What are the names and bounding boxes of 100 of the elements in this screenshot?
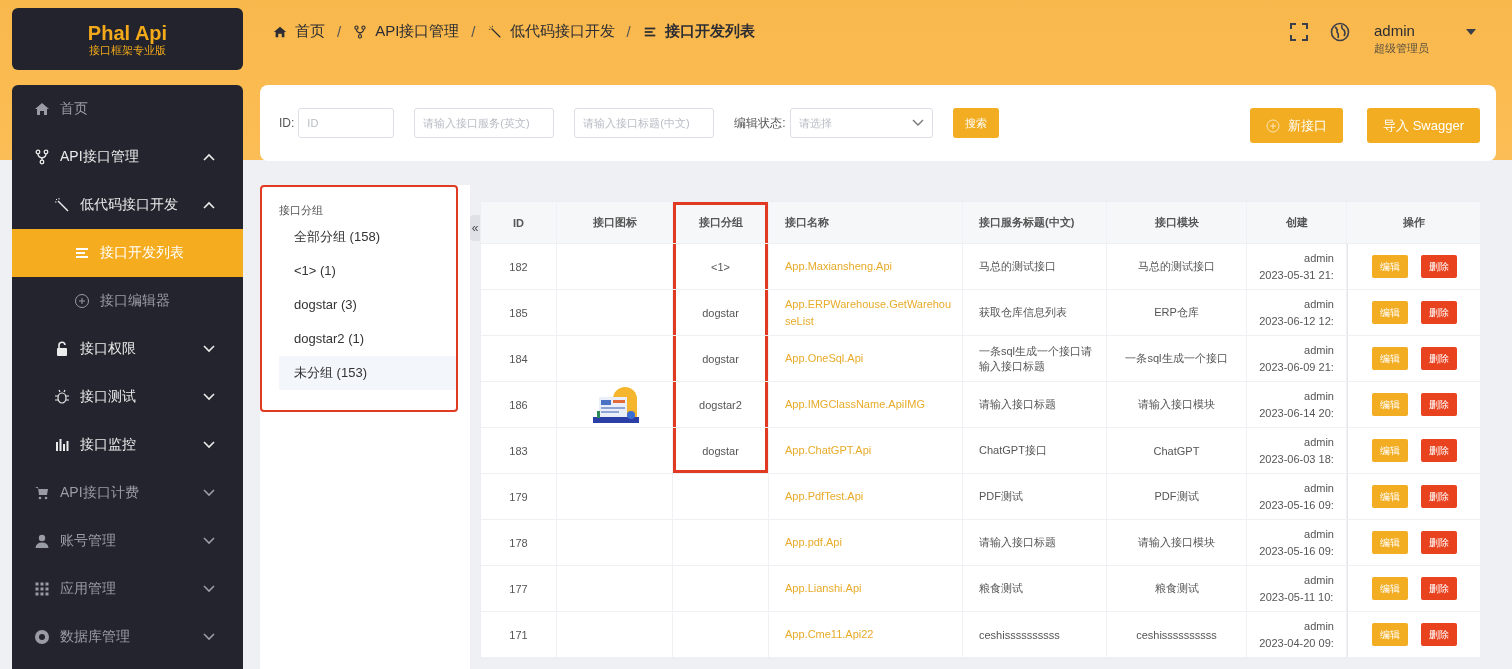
interface-name-link[interactable]: App.IMGClassName.ApiIMG [785, 396, 925, 413]
logo-text: Phal Api [87, 21, 168, 44]
sidebar-item[interactable]: 数据库管理 [12, 613, 243, 661]
group-item[interactable]: 未分组 (153) [279, 356, 456, 390]
breadcrumb-separator: / [337, 23, 342, 40]
wand-icon [487, 24, 502, 39]
table-cell: 请输入接口标题 [979, 535, 1056, 550]
chevron-down-icon [203, 537, 215, 545]
table-cell: 171 [481, 612, 557, 657]
interface-name-link[interactable]: App.OneSql.Api [785, 350, 864, 367]
created-time: 2023-06-03 18: [1259, 451, 1334, 467]
table-cell: 183 [481, 428, 557, 473]
title-field[interactable]: 请输入接口标题(中文) [574, 108, 715, 138]
breadcrumb-link[interactable]: 低代码接口开发 [509, 22, 615, 41]
table-cell: 请输入接口标题 [979, 397, 1056, 412]
chevron-down-icon [203, 489, 215, 497]
table-cell: 185 [481, 290, 557, 335]
id-field[interactable]: ID [298, 108, 395, 138]
column-header: 创建 [1247, 202, 1347, 243]
created-time: 2023-05-16 09: [1259, 497, 1334, 513]
creator-text: admin [1304, 434, 1334, 450]
sidebar-item[interactable]: 应用管理 [12, 565, 243, 613]
sidebar-item[interactable]: 低代码接口开发 [12, 181, 243, 229]
globe-icon[interactable] [1330, 22, 1350, 42]
sidebar-item[interactable]: 接口测试 [12, 373, 243, 421]
breadcrumb-separator: / [471, 23, 476, 40]
creator-text: admin [1304, 572, 1334, 588]
user-icon [34, 533, 50, 549]
sidebar-item[interactable]: API接口管理 [12, 133, 243, 181]
creator-text: admin [1304, 388, 1334, 404]
delete-button[interactable]: 删除 [1420, 255, 1457, 278]
column-header: 接口模块 [1107, 202, 1247, 243]
fullscreen-icon[interactable] [1290, 23, 1308, 41]
group-item[interactable]: <1> (1) [279, 254, 456, 288]
table-cell: 184 [481, 336, 557, 381]
table-cell: <1> [711, 260, 730, 273]
group-item[interactable]: dogstar2 (1) [279, 322, 456, 356]
interface-name-link[interactable]: App.Cme11.Api22 [785, 626, 874, 643]
delete-button[interactable]: 删除 [1420, 347, 1457, 370]
column-header: 接口服务标题(中文) [963, 202, 1107, 243]
delete-button[interactable]: 删除 [1420, 301, 1457, 324]
delete-button[interactable]: 删除 [1420, 531, 1457, 554]
service-field[interactable]: 请输入接口服务(英文) [414, 108, 555, 138]
chevron-down-icon [911, 119, 924, 127]
interface-name-link[interactable]: App.PdfTest.Api [785, 488, 864, 505]
sidebar-item[interactable]: 账号管理 [12, 517, 243, 565]
sidebar-item[interactable]: 首页 [12, 85, 243, 133]
chart-icon [54, 437, 70, 453]
lock-icon [54, 341, 70, 357]
table-cell: 粮食测试 [979, 581, 1023, 596]
sidebar-item[interactable]: 接口权限 [12, 325, 243, 373]
user-role: 超级管理员 [1374, 41, 1430, 56]
chevron-up-icon [203, 153, 215, 161]
sidebar-item[interactable]: 接口编辑器 [12, 277, 243, 325]
group-item[interactable]: dogstar (3) [279, 288, 456, 322]
table-cell: 一条sql生成一个接口 [1125, 351, 1228, 366]
table-cell-text: 一条sql生成一个接口请输入接口标题 [979, 343, 1094, 374]
creator-text: admin [1304, 250, 1334, 266]
chevron-down-icon [203, 585, 215, 593]
fork-icon [353, 24, 368, 39]
chevron-down-icon [203, 393, 215, 401]
plus-circle-icon [1266, 118, 1281, 133]
chevron-down-icon [203, 345, 215, 353]
breadcrumb-link[interactable]: API接口管理 [375, 22, 460, 41]
interface-name-link[interactable]: App.ERPWarehouse.GetWarehouseList [785, 295, 954, 330]
db-icon [34, 629, 50, 645]
created-time: 2023-06-12 12: [1259, 313, 1334, 329]
table-cell: 请输入接口模块 [1138, 535, 1215, 550]
breadcrumb-link[interactable]: 首页 [295, 22, 325, 41]
home-icon [273, 24, 287, 39]
interface-name-link[interactable]: App.Lianshi.Api [785, 580, 862, 597]
interface-name-link[interactable]: App.ChatGPT.Api [785, 442, 872, 459]
delete-button[interactable]: 删除 [1420, 577, 1457, 600]
table-cell: 179 [481, 474, 557, 519]
interface-name-link[interactable]: App.pdf.Api [785, 534, 842, 551]
delete-button[interactable]: 删除 [1420, 623, 1457, 646]
cart-icon [34, 485, 50, 501]
column-header: 接口图标 [557, 202, 673, 243]
table-cell: 粮食测试 [1154, 581, 1199, 596]
creator-text: admin [1304, 526, 1334, 542]
table-cell: 获取仓库信息列表 [979, 305, 1067, 320]
group-item[interactable]: 全部分组 (158) [279, 220, 456, 254]
caret-icon[interactable] [1466, 29, 1476, 35]
plus-icon [74, 293, 90, 309]
delete-button[interactable]: 删除 [1420, 393, 1457, 416]
grid-icon [34, 581, 50, 597]
wand-icon [54, 197, 70, 213]
breadcrumb-link[interactable]: 接口开发列表 [664, 22, 755, 41]
user-name[interactable]: admin [1374, 22, 1444, 39]
sidebar-item[interactable]: 接口监控 [12, 421, 243, 469]
table-cell: 178 [481, 520, 557, 565]
delete-button[interactable]: 删除 [1420, 485, 1457, 508]
interface-name-link[interactable]: App.Maxiansheng.Api [785, 258, 892, 275]
delete-button[interactable]: 删除 [1420, 439, 1457, 462]
collapse-handle[interactable]: « [470, 215, 480, 241]
table-cell: ERP仓库 [1154, 305, 1199, 320]
sidebar-item[interactable]: API接口计费 [12, 469, 243, 517]
created-time: 2023-06-14 20: [1259, 405, 1334, 421]
field-label: ID: [279, 116, 295, 130]
created-time: 2023-05-16 09: [1259, 543, 1334, 559]
